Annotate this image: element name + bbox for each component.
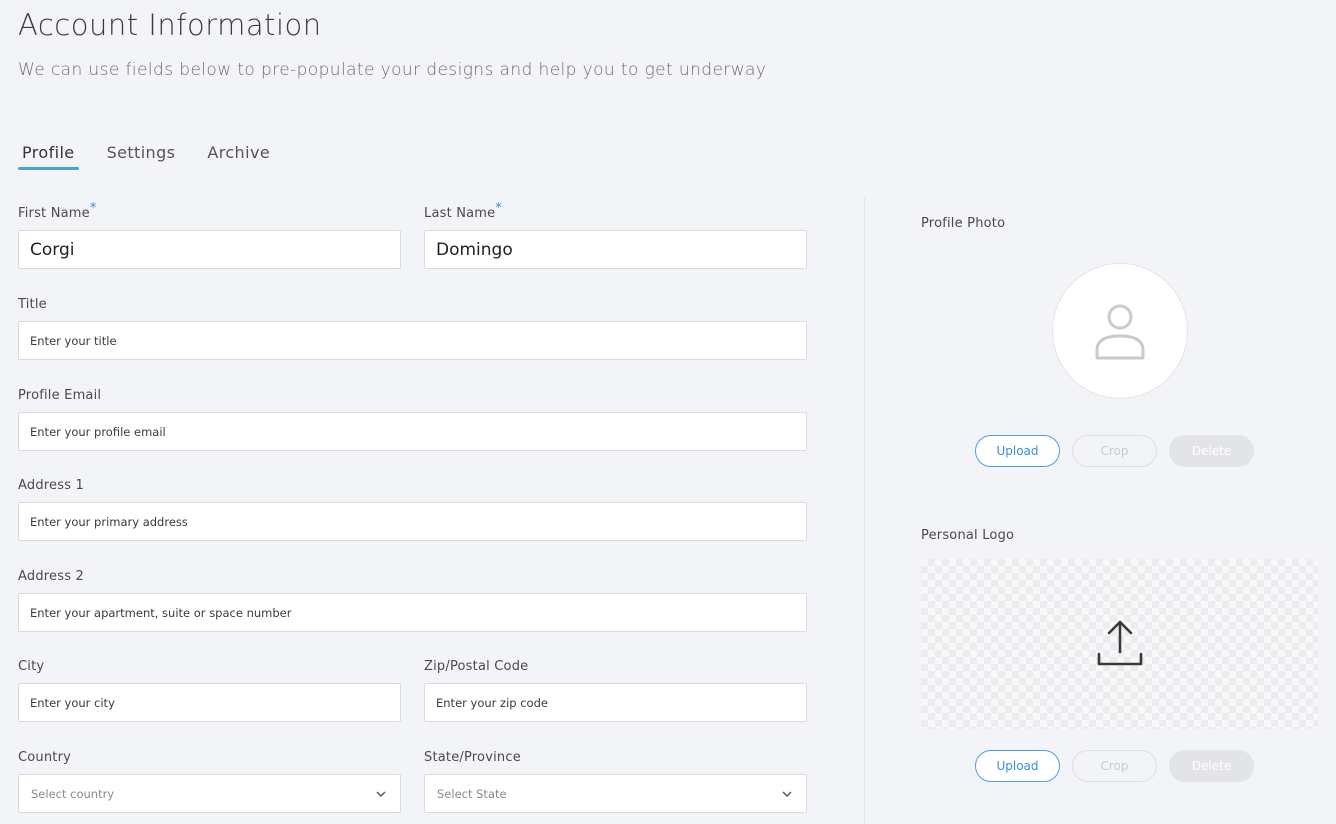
tab-profile[interactable]: Profile <box>18 140 79 170</box>
photo-delete-button[interactable]: Delete <box>1169 435 1254 467</box>
photo-upload-button[interactable]: Upload <box>975 435 1060 467</box>
last-name-label: Last Name* <box>424 201 502 221</box>
city-label: City <box>18 659 45 674</box>
profile-email-input[interactable] <box>18 412 807 451</box>
title-label: Title <box>18 297 47 312</box>
user-avatar-icon <box>1095 304 1145 360</box>
tab-archive[interactable]: Archive <box>203 140 274 170</box>
country-select-value: Select country <box>31 786 115 801</box>
personal-logo-label: Personal Logo <box>921 528 1015 543</box>
photo-crop-button[interactable]: Crop <box>1072 435 1157 467</box>
upload-arrow-icon <box>1097 620 1142 666</box>
required-mark: * <box>89 201 97 216</box>
column-divider <box>864 198 865 824</box>
page-title: Account Information <box>18 8 322 42</box>
profile-email-label: Profile Email <box>18 388 102 403</box>
country-label: Country <box>18 750 72 765</box>
title-input[interactable] <box>18 321 807 360</box>
tab-settings[interactable]: Settings <box>103 140 180 170</box>
chevron-down-icon <box>376 791 386 797</box>
state-select[interactable]: Select State <box>424 774 807 813</box>
last-name-input[interactable] <box>424 230 807 269</box>
state-select-value: Select State <box>437 786 507 801</box>
state-label: State/Province <box>424 750 521 765</box>
address2-input[interactable] <box>18 593 807 632</box>
profile-photo-actions: Upload Crop Delete <box>975 435 1254 467</box>
first-name-label: First Name* <box>18 201 97 221</box>
first-name-input[interactable] <box>18 230 401 269</box>
logo-dropzone[interactable] <box>921 559 1318 729</box>
required-mark: * <box>495 201 503 216</box>
personal-logo-actions: Upload Crop Delete <box>975 750 1254 782</box>
first-name-label-text: First Name <box>18 206 90 221</box>
avatar <box>1052 263 1188 399</box>
address1-label: Address 1 <box>18 478 84 493</box>
profile-photo-label: Profile Photo <box>921 216 1006 231</box>
zip-input[interactable] <box>424 683 807 722</box>
page-subtitle: We can use fields below to pre-populate … <box>18 60 767 80</box>
last-name-label-text: Last Name <box>424 206 496 221</box>
city-input[interactable] <box>18 683 401 722</box>
address1-input[interactable] <box>18 502 807 541</box>
country-select[interactable]: Select country <box>18 774 401 813</box>
chevron-down-icon <box>782 791 792 797</box>
zip-label: Zip/Postal Code <box>424 659 529 674</box>
logo-crop-button[interactable]: Crop <box>1072 750 1157 782</box>
tab-bar: Profile Settings Archive <box>18 140 298 170</box>
logo-delete-button[interactable]: Delete <box>1169 750 1254 782</box>
address2-label: Address 2 <box>18 569 84 584</box>
logo-upload-button[interactable]: Upload <box>975 750 1060 782</box>
